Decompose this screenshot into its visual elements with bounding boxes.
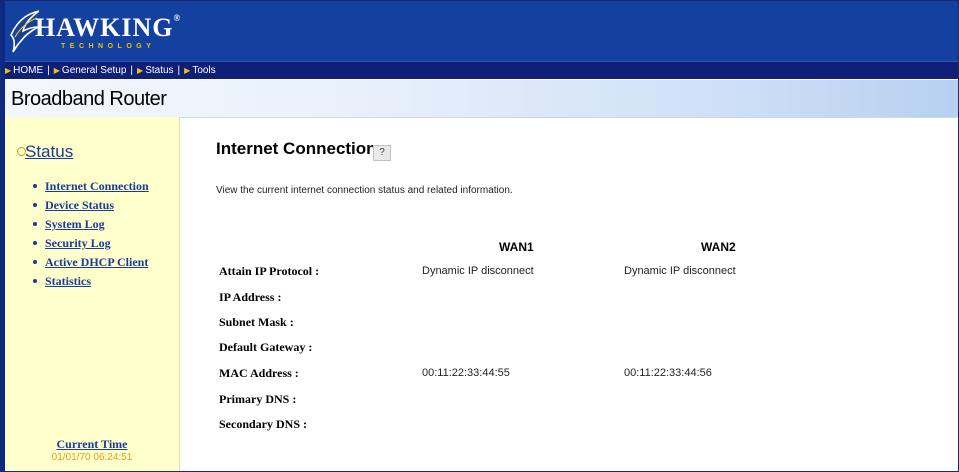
wan1-mac-address: 00:11:22:33:44:55 (422, 367, 510, 379)
wan2-mac-address: 00:11:22:33:44:56 (624, 367, 712, 379)
nav-arrow-icon: ▶ (137, 66, 144, 75)
sidebar-item-statistics[interactable]: Statistics (33, 274, 163, 288)
row-label-primary-dns: Primary DNS : (219, 392, 297, 406)
product-title-bar: Broadband Router (1, 80, 958, 118)
sidebar-item-label: Statistics (45, 274, 91, 288)
nav-arrow-icon: ▶ (53, 66, 60, 75)
sidebar-item-active-dhcp-client[interactable]: Active DHCP Client (33, 255, 163, 269)
sidebar-item-label: Security Log (45, 236, 111, 250)
sidebar-item-internet-connection[interactable]: Internet Connection (33, 179, 163, 193)
bullet-icon (33, 260, 37, 264)
row-label-subnet-mask: Subnet Mask : (219, 315, 294, 329)
brand-tagline: TECHNOLOGY (61, 43, 156, 50)
sidebar-item-device-status[interactable]: Device Status (33, 198, 163, 212)
main-content: Internet Connection ? View the current i… (179, 117, 958, 471)
sidebar-item-security-log[interactable]: Security Log (33, 236, 163, 250)
top-nav: ▶ HOME | ▶ General Setup | ▶ Status | ▶ … (1, 61, 958, 79)
sidebar-item-system-log[interactable]: System Log (33, 217, 163, 231)
sidebar-item-label: Active DHCP Client (45, 255, 149, 269)
nav-status[interactable]: Status (145, 65, 173, 76)
router-admin-window: HAWKING® TECHNOLOGY ▶ HOME | ▶ General S… (0, 0, 959, 472)
bullet-icon (33, 184, 37, 188)
nav-arrow-icon: ▶ (184, 66, 191, 75)
help-icon[interactable]: ? (373, 145, 391, 161)
circle-bullet-icon (17, 147, 26, 156)
wan2-attain-ip-protocol: Dynamic IP disconnect (624, 265, 736, 277)
current-time-value: 01/01/70 06:24:51 (51, 452, 133, 463)
sidebar-menu: Internet Connection Device Status System… (33, 179, 163, 293)
bullet-icon (33, 241, 37, 245)
row-label-mac-address: MAC Address : (219, 366, 299, 380)
sidebar: Status Internet Connection Device Status… (5, 117, 180, 471)
hawking-logo[interactable]: HAWKING® TECHNOLOGY (9, 7, 189, 55)
sidebar-item-label: Internet Connection (45, 179, 149, 193)
nav-general-setup[interactable]: General Setup (62, 65, 127, 76)
sidebar-item-label: Device Status (45, 198, 114, 212)
sidebar-item-label: System Log (45, 217, 105, 231)
row-label-default-gateway: Default Gateway : (219, 340, 313, 354)
bullet-icon (33, 279, 37, 283)
header-banner: HAWKING® TECHNOLOGY (1, 1, 958, 61)
row-label-attain-ip-protocol: Attain IP Protocol : (219, 264, 320, 278)
sidebar-section-status[interactable]: Status (17, 142, 74, 162)
column-header-wan1: WAN1 (499, 240, 534, 254)
current-time-label[interactable]: Current Time (5, 437, 179, 452)
page-title: Internet Connection (216, 139, 377, 158)
product-name: Broadband Router (11, 88, 167, 110)
nav-tools[interactable]: Tools (192, 65, 215, 76)
column-header-wan2: WAN2 (701, 240, 736, 254)
nav-separator: | (177, 65, 181, 76)
nav-arrow-icon: ▶ (5, 66, 12, 75)
wan1-attain-ip-protocol: Dynamic IP disconnect (422, 265, 534, 277)
nav-home[interactable]: HOME (13, 65, 43, 76)
bullet-icon (33, 222, 37, 226)
brand-name: HAWKING® (35, 13, 182, 42)
sidebar-section-label: Status (25, 142, 74, 161)
registered-mark: ® (173, 13, 182, 23)
bullet-icon (33, 203, 37, 207)
row-label-ip-address: IP Address : (219, 290, 282, 304)
nav-separator: | (47, 65, 50, 76)
page-description: View the current internet connection sta… (216, 185, 513, 196)
row-label-secondary-dns: Secondary DNS : (219, 417, 308, 431)
nav-separator: | (130, 65, 134, 76)
